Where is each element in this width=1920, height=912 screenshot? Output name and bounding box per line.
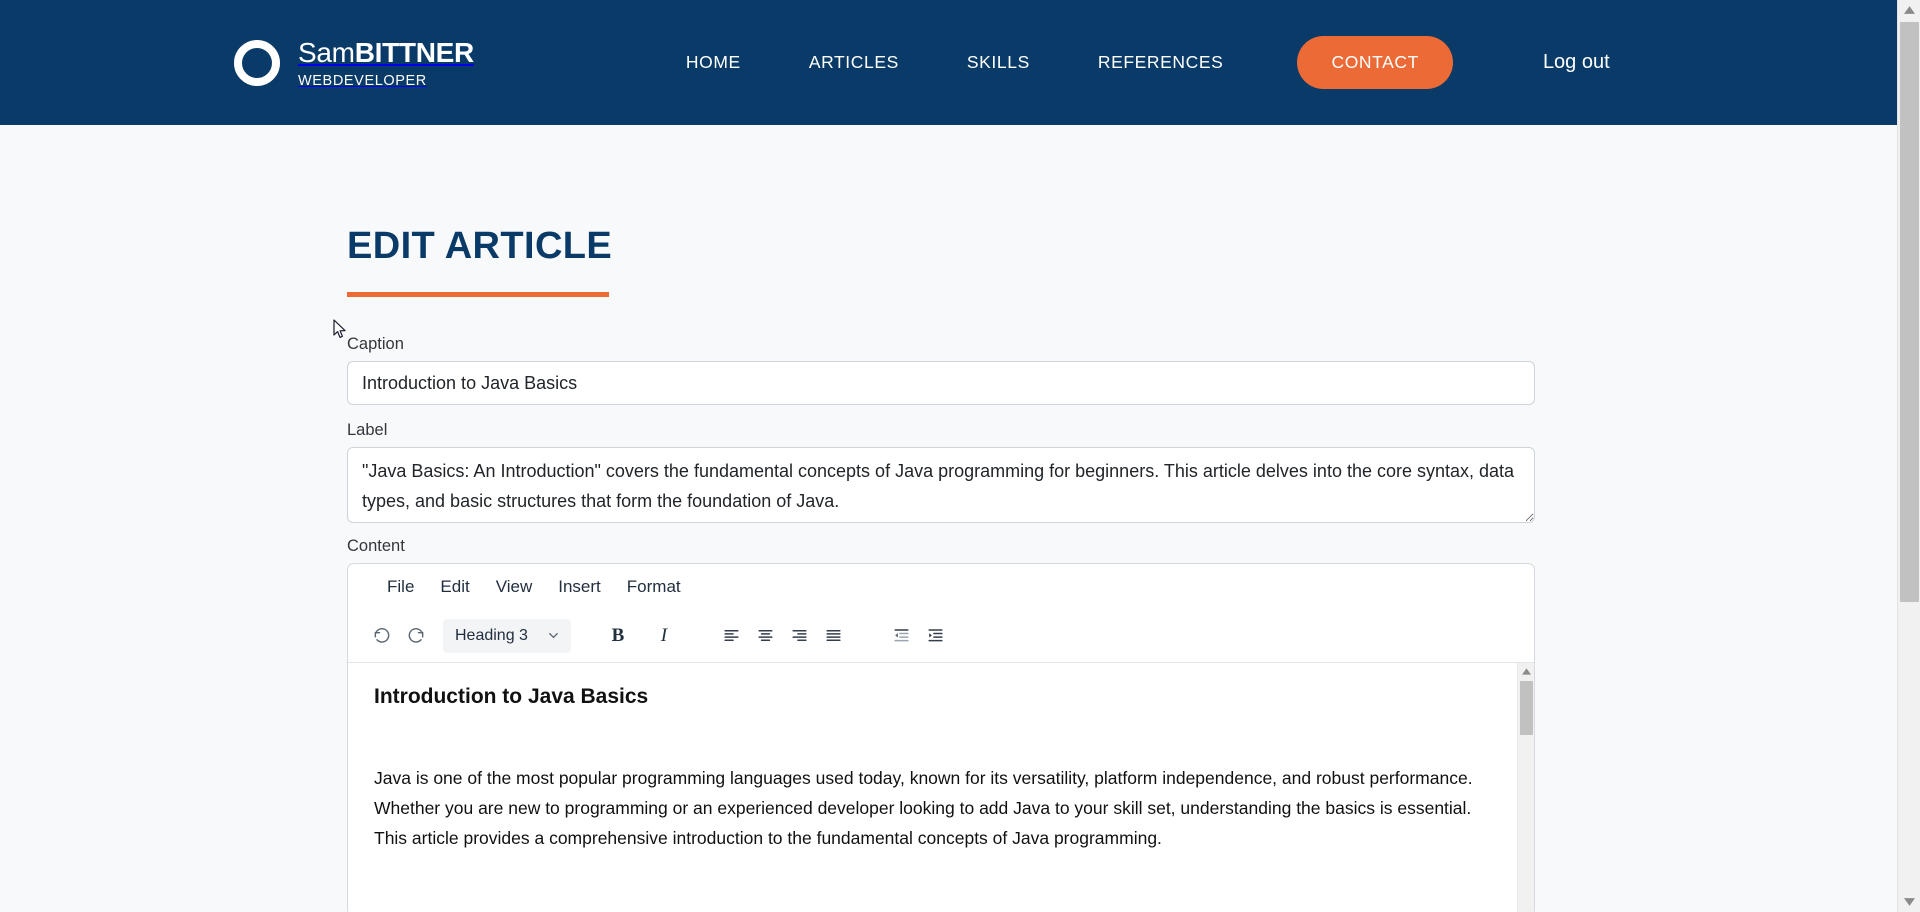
content-field-label: Content <box>347 537 1547 556</box>
nav-item-references[interactable]: REFERENCES <box>1064 52 1258 73</box>
page-body: EDIT ARTICLE Caption Label Content File … <box>0 125 1897 912</box>
document-paragraph: Java is one of the most popular programm… <box>374 763 1496 853</box>
mouse-pointer-icon <box>333 319 347 339</box>
italic-button[interactable]: I <box>647 619 681 653</box>
brand-name-first: Sam <box>298 37 355 68</box>
align-right-icon[interactable] <box>783 619 817 653</box>
brand-text: SamBITTNER WEBDEVELOPER <box>298 37 474 89</box>
menu-item-view[interactable]: View <box>483 573 546 601</box>
circle-outline-icon <box>234 40 280 86</box>
bold-button[interactable]: B <box>601 619 635 653</box>
rich-text-editor: File Edit View Insert Format <box>347 563 1535 912</box>
page-title: EDIT ARTICLE <box>347 225 612 268</box>
label-textarea[interactable] <box>347 447 1535 523</box>
chevron-down-icon <box>546 628 561 643</box>
editor-scrollbar-thumb[interactable] <box>1520 681 1533 735</box>
redo-icon[interactable] <box>399 619 433 653</box>
brand-name-last: BITTNER <box>355 37 474 68</box>
align-justify-icon[interactable] <box>817 619 851 653</box>
page-scrollbar[interactable] <box>1897 0 1920 912</box>
content-container: EDIT ARTICLE Caption Label Content File … <box>347 125 1547 912</box>
page-scrollbar-thumb[interactable] <box>1900 22 1919 602</box>
caption-field-label: Caption <box>347 335 1547 354</box>
title-underline-rule <box>347 292 609 297</box>
align-center-icon[interactable] <box>749 619 783 653</box>
menu-item-file[interactable]: File <box>374 573 427 601</box>
align-left-icon[interactable] <box>715 619 749 653</box>
outdent-icon[interactable] <box>885 619 919 653</box>
undo-icon[interactable] <box>365 619 399 653</box>
nav-item-skills[interactable]: SKILLS <box>933 52 1064 73</box>
scroll-up-arrow-icon[interactable] <box>1518 663 1534 680</box>
menu-item-format[interactable]: Format <box>614 573 694 601</box>
brand-subtitle: WEBDEVELOPER <box>298 74 474 89</box>
logout-link[interactable]: Log out <box>1543 51 1610 74</box>
nav-item-home[interactable]: HOME <box>652 52 775 73</box>
bold-label: B <box>612 625 625 647</box>
label-field-label: Label <box>347 421 1547 440</box>
caption-input[interactable] <box>347 361 1535 405</box>
editor-content-area[interactable]: Introduction to Java Basics Java is one … <box>348 663 1534 912</box>
editor-toolbar: Heading 3 B I <box>348 609 1534 663</box>
menu-item-insert[interactable]: Insert <box>545 573 614 601</box>
scroll-up-arrow-icon[interactable] <box>1898 0 1920 20</box>
editor-scrollbar[interactable] <box>1517 663 1534 912</box>
scroll-down-arrow-icon[interactable] <box>1898 892 1920 912</box>
contact-button[interactable]: CONTACT <box>1297 36 1452 89</box>
brand-logo-link[interactable]: SamBITTNER WEBDEVELOPER <box>234 37 474 89</box>
brand-name: SamBITTNER <box>298 39 474 67</box>
editor-menubar: File Edit View Insert Format <box>348 564 1534 609</box>
indent-icon[interactable] <box>919 619 953 653</box>
format-select-value: Heading 3 <box>455 627 528 645</box>
main-navigation: HOME ARTICLES SKILLS REFERENCES CONTACT … <box>652 36 1610 89</box>
menu-item-edit[interactable]: Edit <box>427 573 482 601</box>
site-header: SamBITTNER WEBDEVELOPER HOME ARTICLES SK… <box>0 0 1897 125</box>
nav-item-articles[interactable]: ARTICLES <box>775 52 933 73</box>
document-heading: Introduction to Java Basics <box>374 685 1504 709</box>
italic-label: I <box>661 625 667 647</box>
format-select[interactable]: Heading 3 <box>443 619 571 653</box>
